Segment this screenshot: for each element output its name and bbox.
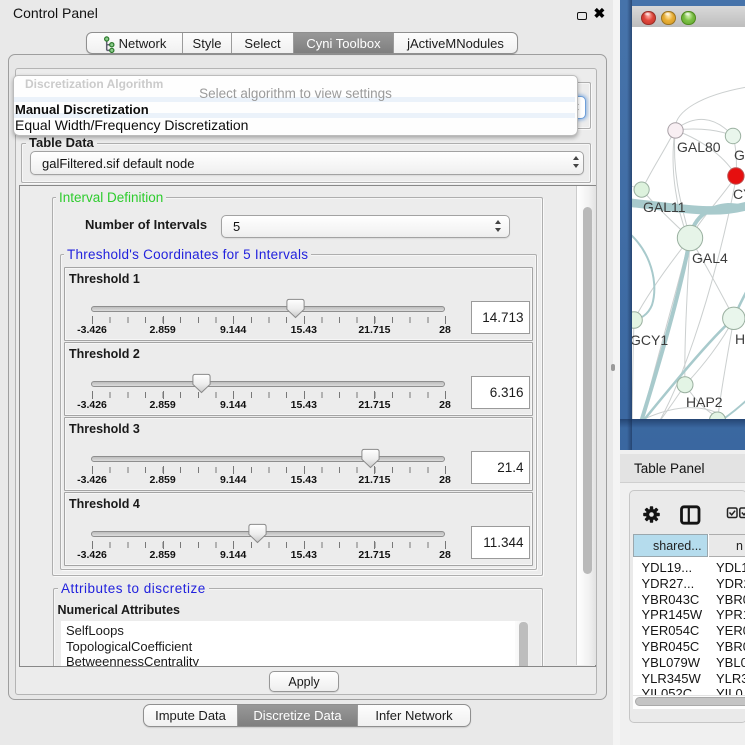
svg-text:GAL11: GAL11 bbox=[643, 199, 686, 215]
svg-text:GAL3: GAL3 bbox=[734, 147, 745, 163]
svg-text:HAP: HAP bbox=[735, 331, 745, 347]
svg-text:GCY1: GCY1 bbox=[632, 332, 668, 348]
svg-text:GAL4: GAL4 bbox=[692, 250, 728, 266]
svg-text:GAL80: GAL80 bbox=[677, 139, 721, 155]
svg-text:CYC: CYC bbox=[733, 186, 745, 202]
svg-text:HAP2: HAP2 bbox=[686, 394, 723, 410]
